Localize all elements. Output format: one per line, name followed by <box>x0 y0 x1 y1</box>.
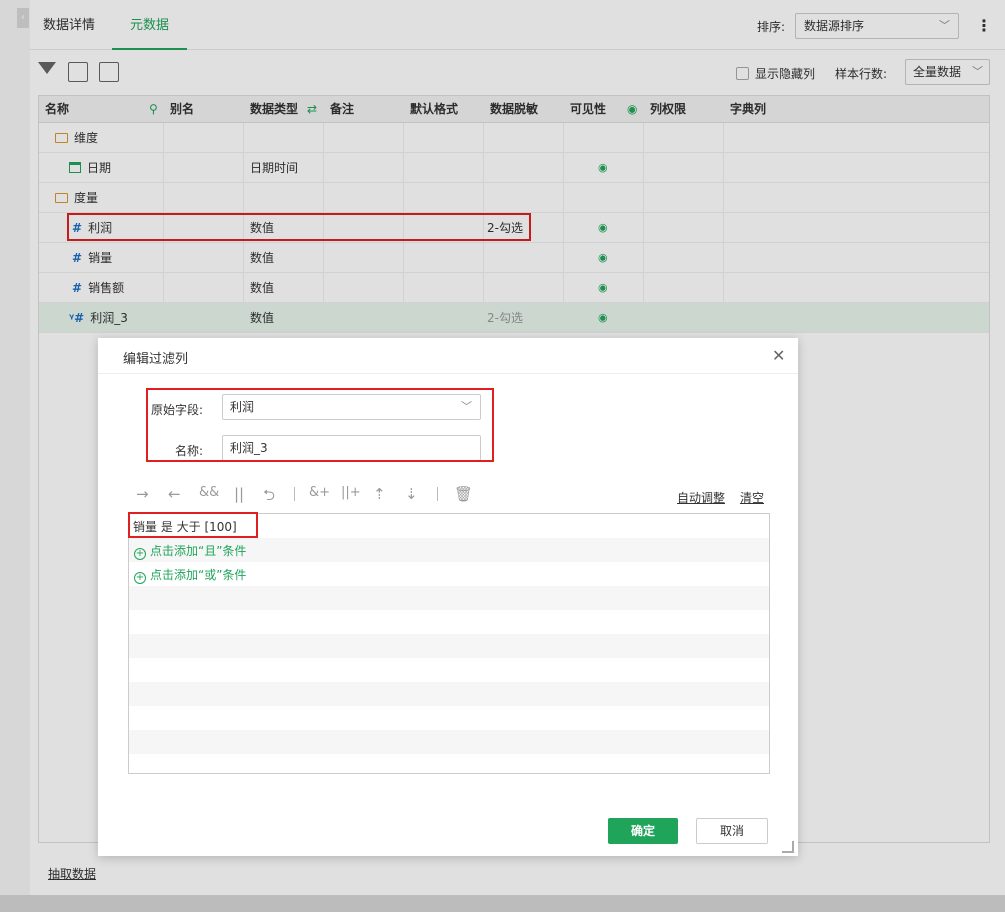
outdent-icon[interactable]: ← <box>168 485 181 503</box>
delete-icon[interactable]: 🗑 <box>454 485 473 503</box>
add-or-condition[interactable]: + 点击添加“或”条件 <box>134 566 246 584</box>
add-and-row[interactable]: + 点击添加“且”条件 <box>129 538 769 562</box>
move-down-icon[interactable]: ⇣ <box>405 485 418 503</box>
condition-editor[interactable]: 销量 是 大于 [100] + 点击添加“且”条件 + 点击添加“或”条件 <box>128 513 770 774</box>
add-or-row[interactable]: + 点击添加“或”条件 <box>129 562 769 586</box>
add-and-condition[interactable]: + 点击添加“且”条件 <box>134 542 246 560</box>
add-or-label: 点击添加“或”条件 <box>150 568 247 582</box>
dialog-title: 编辑过滤列 <box>123 352 189 367</box>
clear-button[interactable]: 清空 <box>740 489 764 506</box>
plus-circle-icon: + <box>134 572 146 584</box>
resize-grip-icon[interactable] <box>782 841 794 853</box>
dialog-header: 编辑过滤列 ✕ <box>98 338 798 374</box>
and-icon[interactable]: && <box>199 485 219 500</box>
auto-adjust-button[interactable]: 自动调整 <box>677 489 725 506</box>
add-and-icon[interactable]: &+ <box>309 485 330 500</box>
close-icon[interactable]: ✕ <box>772 346 785 365</box>
highlight-box <box>128 512 258 538</box>
indent-icon[interactable]: → <box>136 485 149 503</box>
add-or-icon[interactable]: ||+ <box>341 485 361 500</box>
toggle-icon[interactable]: ⮌ <box>263 485 275 510</box>
cancel-button[interactable]: 取消 <box>696 818 768 844</box>
or-icon[interactable]: || <box>234 485 244 503</box>
highlight-box <box>146 388 494 462</box>
move-up-icon[interactable]: ⇡ <box>373 485 386 503</box>
plus-circle-icon: + <box>134 548 146 560</box>
edit-filter-dialog: 编辑过滤列 ✕ 原始字段: 利润 ﹀ 名称: 利润_3 → ← && || ⮌ … <box>98 338 798 856</box>
add-and-label: 点击添加“且”条件 <box>150 544 247 558</box>
ok-button[interactable]: 确定 <box>608 818 678 844</box>
